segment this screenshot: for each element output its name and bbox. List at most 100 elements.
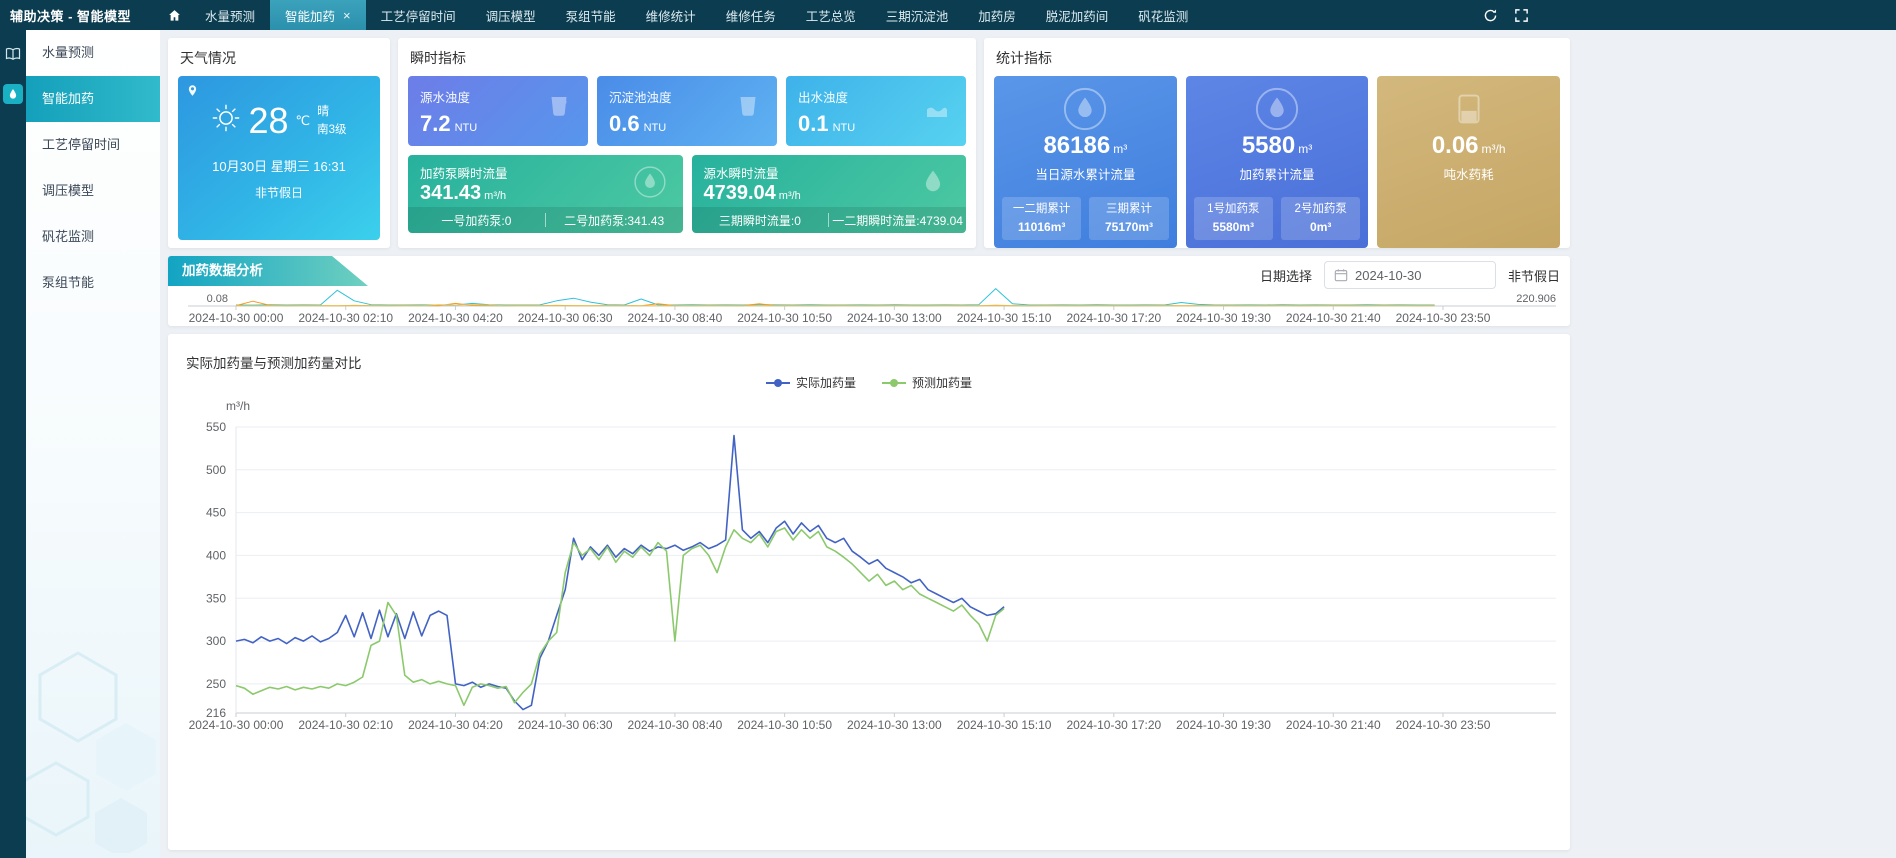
sidebar-item-water-forecast[interactable]: 水量预测	[26, 30, 160, 76]
svg-text:250: 250	[206, 677, 226, 691]
home-icon	[167, 8, 182, 23]
svg-text:2024-10-30 15:10: 2024-10-30 15:10	[957, 311, 1052, 325]
sidebar-item-pressure-model[interactable]: 调压模型	[26, 168, 160, 214]
left-rail	[0, 30, 26, 858]
svg-text:2024-10-30 08:40: 2024-10-30 08:40	[628, 718, 723, 732]
instant-indicators-panel: 瞬时指标 源水浊度 7.2NTU 沉淀池浊度 0.6NTU 出水浊度 0.1NT…	[398, 38, 976, 248]
svg-text:400: 400	[206, 548, 226, 562]
pump2-total: 2号加药泵0m³	[1281, 197, 1360, 240]
svg-text:550: 550	[206, 420, 226, 434]
pump1-flow: 一号加药泵:0	[408, 212, 545, 229]
beaker-icon	[1377, 86, 1560, 132]
droplet-icon	[916, 165, 950, 204]
refresh-icon[interactable]	[1483, 8, 1498, 23]
sidebar-item-process-retention[interactable]: 工艺停留时间	[26, 122, 160, 168]
temperature-unit: ℃	[296, 113, 311, 129]
temperature-value: 28	[248, 103, 288, 139]
dosing-analysis-band: 加药数据分析 日期选择 2024-10-30 非节假日 2024-10-30 0…	[168, 256, 1570, 326]
svg-text:2024-10-30 04:20: 2024-10-30 04:20	[408, 311, 503, 325]
svg-text:2024-10-30 10:50: 2024-10-30 10:50	[737, 718, 832, 732]
close-tab-icon[interactable]: ×	[343, 9, 351, 22]
phase3-flow: 三期瞬时流量:0	[692, 212, 829, 229]
svg-text:0.08: 0.08	[207, 293, 228, 305]
comparison-title: 实际加药量与预测加药量对比	[186, 352, 1558, 372]
weather-panel: 天气情况	[168, 38, 390, 248]
tab-dosing-room[interactable]: 加药房	[963, 0, 1031, 30]
tab-water-forecast[interactable]: 水量预测	[190, 0, 270, 30]
statistics-panel: 统计指标 86186m³ 当日源水累计流量 一二期累计11016m³ 三期累计7…	[984, 38, 1570, 248]
dosing-pump-flow-card: 加药泵瞬时流量 341.43m³/h 一号加药泵:0 二号加药泵:341.43	[408, 155, 683, 233]
svg-text:2024-10-30 17:20: 2024-10-30 17:20	[1066, 718, 1161, 732]
chart-legend: 实际加药量 预测加药量	[180, 374, 1558, 391]
water-cup-icon	[544, 92, 574, 127]
tab-pump-energy[interactable]: 泵组节能	[551, 0, 631, 30]
tab-smart-dosing[interactable]: 智能加药×	[270, 0, 366, 30]
smart-dosing-module-icon[interactable]	[3, 84, 23, 104]
hexagon-decoration	[26, 573, 160, 858]
svg-text:2024-10-30 06:30: 2024-10-30 06:30	[518, 311, 613, 325]
outlet-turbidity-card: 出水浊度 0.1NTU	[786, 76, 966, 146]
main-content: 天气情况	[160, 30, 1896, 858]
sun-icon	[211, 103, 241, 138]
book-icon[interactable]	[3, 44, 23, 64]
app-title: 辅助决策 - 智能模型	[0, 0, 158, 30]
svg-text:2024-10-30 21:40: 2024-10-30 21:40	[1286, 718, 1381, 732]
legend-marker-green	[882, 382, 906, 384]
tab-phase3-sedimentation[interactable]: 三期沉淀池	[871, 0, 964, 30]
weather-card: 28℃ 晴 南3级 10月30日 星期三 16:31 非节假日	[178, 76, 380, 240]
svg-text:2024-10-30 19:30: 2024-10-30 19:30	[1176, 311, 1271, 325]
date-value: 2024-10-30	[1355, 268, 1422, 283]
water-wave-icon	[922, 92, 952, 127]
tab-floc-monitor[interactable]: 矾花监测	[1123, 0, 1203, 30]
svg-text:2024-10-30 02:10: 2024-10-30 02:10	[298, 718, 393, 732]
weather-condition: 晴	[317, 102, 346, 121]
sidebar-item-floc-monitor[interactable]: 矾花监测	[26, 214, 160, 260]
svg-text:2024-10-30 02:10: 2024-10-30 02:10	[298, 311, 393, 325]
weather-panel-title: 天气情况	[180, 48, 380, 68]
svg-text:350: 350	[206, 591, 226, 605]
sidebar-item-smart-dosing[interactable]: 智能加药	[26, 76, 160, 122]
tab-maintenance-tasks[interactable]: 维修任务	[711, 0, 791, 30]
y-axis-unit: m³/h	[226, 399, 1558, 413]
sidebar-item-pump-energy[interactable]: 泵组节能	[26, 260, 160, 306]
tab-process-overview[interactable]: 工艺总览	[791, 0, 871, 30]
svg-text:2024-10-30 13:00: 2024-10-30 13:00	[847, 718, 942, 732]
sidebar: 水量预测 智能加药 工艺停留时间 调压模型 矾花监测 泵组节能	[26, 30, 160, 858]
home-button[interactable]	[158, 0, 190, 30]
svg-text:2024-10-30 00:00: 2024-10-30 00:00	[189, 718, 284, 732]
fullscreen-icon[interactable]	[1514, 8, 1529, 23]
tab-maintenance-stats[interactable]: 维修统计	[631, 0, 711, 30]
tab-bar: 水量预测 智能加药× 工艺停留时间 调压模型 泵组节能 维修统计 维修任务 工艺…	[190, 0, 1203, 30]
calendar-icon	[1334, 268, 1348, 282]
legend-actual[interactable]: 实际加药量	[766, 374, 856, 391]
location-pin-icon	[186, 84, 199, 102]
tab-process-retention[interactable]: 工艺停留时间	[366, 0, 471, 30]
svg-text:2024-10-30 08:40: 2024-10-30 08:40	[628, 311, 723, 325]
top-bar: 辅助决策 - 智能模型 水量预测 智能加药× 工艺停留时间 调压模型 泵组节能 …	[0, 0, 1896, 30]
phase3-total: 三期累计75170m³	[1089, 197, 1168, 240]
sedimentation-turbidity-card: 沉淀池浊度 0.6NTU	[597, 76, 777, 146]
dosing-overview-sparkline[interactable]: 2024-10-30 00:002024-10-30 02:102024-10-…	[180, 282, 1558, 326]
legend-predicted[interactable]: 预测加药量	[882, 374, 972, 391]
chemical-per-ton-card: 0.06m³/h 吨水药耗	[1377, 76, 1560, 248]
comparison-panel: 实际加药量与预测加药量对比 实际加药量 预测加药量 m³/h 216250300…	[168, 334, 1570, 850]
stats-panel-title: 统计指标	[996, 48, 1560, 68]
svg-text:2024-10-30 21:40: 2024-10-30 21:40	[1286, 311, 1381, 325]
svg-text:220.906: 220.906	[1516, 293, 1556, 305]
droplet-circle-icon	[633, 165, 667, 204]
dosing-comparison-chart[interactable]: 2162503003504004505005502024-10-30 00:00…	[180, 415, 1558, 745]
svg-text:2024-10-30 06:30: 2024-10-30 06:30	[518, 718, 613, 732]
phase12-flow: 一二期瞬时流量:4739.04	[829, 212, 966, 229]
svg-text:2024-10-30 15:10: 2024-10-30 15:10	[957, 718, 1052, 732]
wind-level: 南3级	[317, 121, 346, 139]
instant-panel-title: 瞬时指标	[410, 48, 966, 68]
tab-pressure-model[interactable]: 调压模型	[471, 0, 551, 30]
dosing-total-card: 5580m³ 加药累计流量 1号加药泵5580m³ 2号加药泵0m³	[1186, 76, 1369, 248]
raw-water-flow-card: 源水瞬时流量 4739.04m³/h 三期瞬时流量:0 一二期瞬时流量:4739…	[692, 155, 967, 233]
svg-text:500: 500	[206, 463, 226, 477]
tab-sludge-dosing-room[interactable]: 脱泥加药间	[1031, 0, 1124, 30]
svg-text:450: 450	[206, 506, 226, 520]
svg-text:2024-10-30 10:50: 2024-10-30 10:50	[737, 311, 832, 325]
svg-text:2024-10-30 04:20: 2024-10-30 04:20	[408, 718, 503, 732]
svg-text:2024-10-30 13:00: 2024-10-30 13:00	[847, 311, 942, 325]
